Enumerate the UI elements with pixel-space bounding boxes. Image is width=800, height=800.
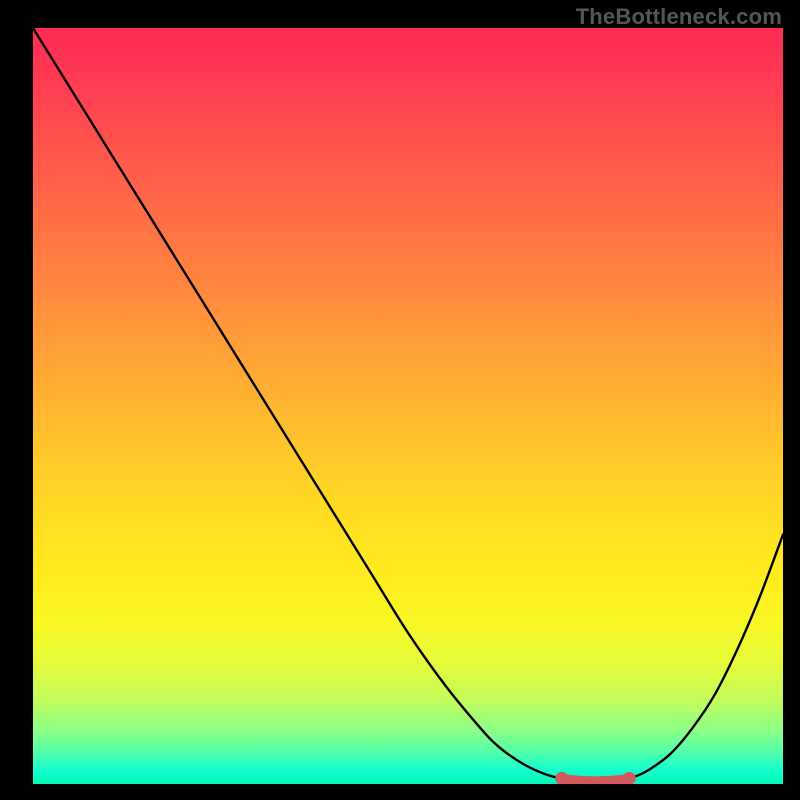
optimal-end-dot	[623, 772, 636, 784]
watermark-text: TheBottleneck.com	[576, 4, 782, 30]
bottleneck-curve	[33, 28, 783, 784]
curve-line	[33, 28, 783, 782]
optimal-start-dot	[555, 772, 568, 784]
optimal-range-highlight	[562, 779, 630, 782]
chart-area	[33, 28, 783, 784]
